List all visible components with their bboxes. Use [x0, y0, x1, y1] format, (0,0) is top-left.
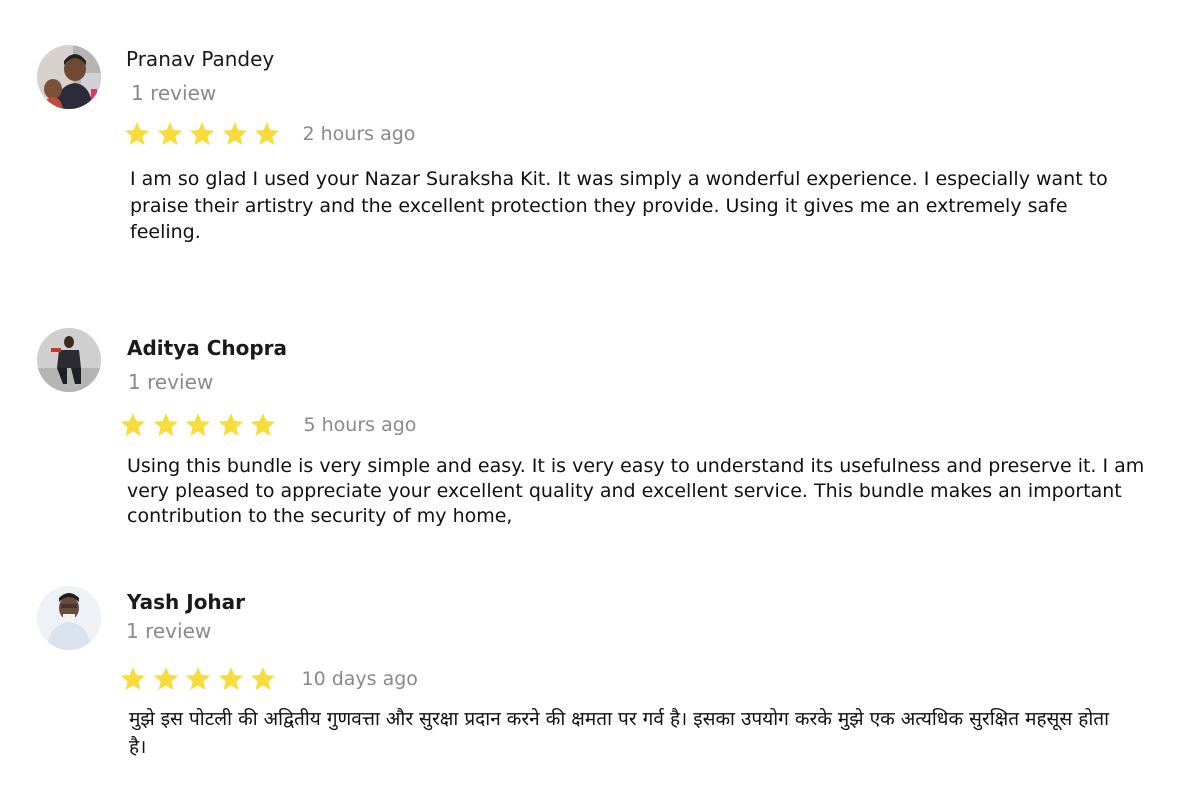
star-icon	[120, 667, 146, 690]
review-card: Yash Johar 1 review 10 days ago मुझे इस …	[0, 0, 1200, 800]
star-icon	[153, 667, 178, 690]
rating-row: 10 days ago	[119, 663, 418, 695]
star-rating	[119, 665, 282, 693]
star-icon	[218, 667, 243, 690]
avatar-image	[37, 586, 101, 650]
star-icon	[250, 667, 276, 690]
star-icon	[185, 667, 211, 690]
avatar[interactable]	[37, 586, 101, 650]
review-text: मुझे इस पोटली की अद्वितीय गुणवत्ता और सु…	[129, 708, 1110, 758]
review-time: 10 days ago	[301, 668, 418, 690]
review-count: 1 review	[126, 619, 212, 643]
reviewer-name[interactable]: Yash Johar	[127, 590, 245, 614]
